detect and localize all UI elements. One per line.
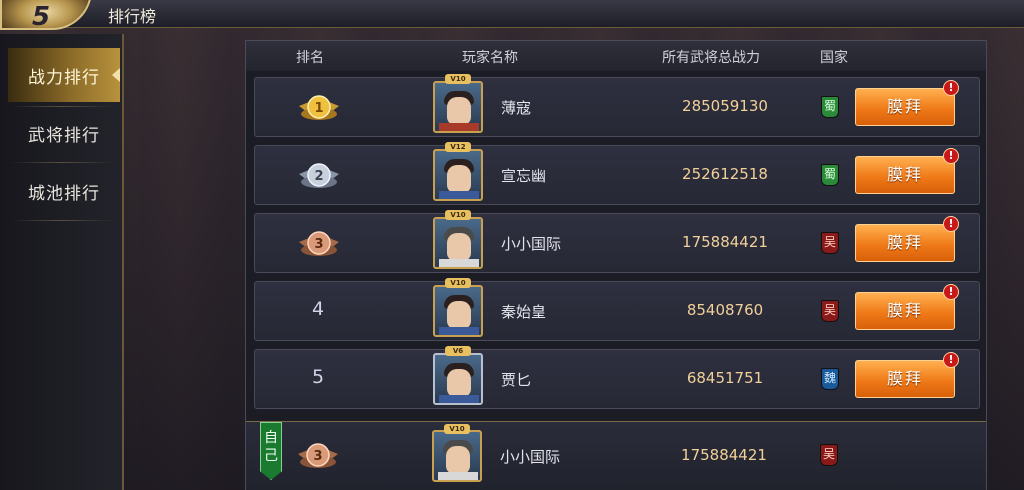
player-avatar[interactable]	[433, 81, 483, 133]
table-row: 5 V6 贾匕 68451751 魏 膜拜 !	[254, 346, 980, 409]
medal-rank-text: 1	[314, 101, 323, 116]
power-value: 252612518	[682, 165, 768, 183]
ranking-panel: 排名 玩家名称 所有武将总战力 国家 1 V10 薄寇 285059130 蜀 …	[245, 40, 987, 490]
alert-icon: !	[943, 284, 959, 300]
rank-number: 5	[311, 366, 325, 388]
player-avatar[interactable]	[433, 217, 483, 269]
sidebar-divider	[10, 162, 114, 163]
top-bar: 5 排行榜	[0, 0, 1024, 30]
table-row: 2 V12 宣忘幽 252612518 蜀 膜拜 !	[254, 142, 980, 205]
bronze-medal-icon: 3	[299, 231, 339, 256]
sidebar: 战力排行 武将排行 城池排行	[0, 34, 124, 490]
worship-button[interactable]: 膜拜	[855, 360, 955, 398]
table-row: 3 V10 小小国际 175884421 吴 膜拜 !	[254, 210, 980, 273]
medal-rank-text: 3	[314, 237, 323, 252]
alert-icon: !	[943, 216, 959, 232]
player-name: 小小国际	[500, 448, 561, 466]
worship-button[interactable]: 膜拜	[855, 88, 955, 126]
vip-badge: V10	[444, 424, 470, 434]
power-value: 68451751	[686, 369, 764, 387]
game-logo-badge: 5	[0, 0, 92, 30]
nation-badge: 吴	[821, 300, 839, 322]
power-value: 285059130	[682, 97, 768, 115]
sidebar-item-city-ranking[interactable]: 城池排行	[8, 164, 120, 218]
page-title: 排行榜	[108, 7, 157, 26]
power-value: 175884421	[681, 446, 767, 464]
worship-button[interactable]: 膜拜	[855, 224, 955, 262]
medal-rank-text: 2	[314, 169, 323, 184]
player-name: 秦始皇	[501, 303, 547, 321]
player-name: 宣忘幽	[501, 167, 547, 185]
sidebar-item-label: 武将排行	[28, 125, 100, 146]
vip-badge: V10	[445, 278, 471, 288]
nation-badge: 蜀	[821, 164, 839, 186]
gold-medal-icon: 1	[299, 95, 339, 120]
vip-badge: V12	[445, 142, 471, 152]
vip-badge: V6	[445, 346, 471, 356]
self-tag: 自己	[260, 422, 282, 480]
alert-icon: !	[943, 80, 959, 96]
nation-badge: 吴	[820, 444, 838, 466]
player-name: 薄寇	[501, 99, 532, 117]
sidebar-item-general-ranking[interactable]: 武将排行	[8, 106, 120, 160]
logo-glyph: 5	[32, 2, 51, 30]
bronze-medal-icon: 3	[298, 443, 338, 468]
sidebar-item-power-ranking[interactable]: 战力排行	[8, 48, 120, 102]
nation-badge: 吴	[821, 232, 839, 254]
table-header: 排名 玩家名称 所有武将总战力 国家	[246, 41, 986, 71]
player-avatar[interactable]	[433, 353, 483, 405]
alert-icon: !	[943, 148, 959, 164]
silver-medal-icon: 2	[299, 163, 339, 188]
header-nation: 国家	[820, 50, 848, 66]
player-avatar[interactable]	[432, 430, 482, 482]
sidebar-item-label: 战力排行	[28, 67, 100, 88]
table-row: 4 V10 秦始皇 85408760 吴 膜拜 !	[254, 278, 980, 341]
vip-badge: V10	[445, 210, 471, 220]
worship-button[interactable]: 膜拜	[855, 156, 955, 194]
alert-icon: !	[943, 352, 959, 368]
worship-button[interactable]: 膜拜	[855, 292, 955, 330]
header-player: 玩家名称	[462, 50, 518, 66]
active-arrow-icon	[112, 68, 120, 82]
player-avatar[interactable]	[433, 285, 483, 337]
header-power: 所有武将总战力	[662, 50, 760, 66]
header-rank: 排名	[296, 50, 324, 66]
vip-badge: V10	[445, 74, 471, 84]
player-name: 贾匕	[501, 371, 532, 389]
self-rank-row: 自己 3 V10 小小国际 175884421 吴	[246, 421, 986, 490]
table-row: 1 V10 薄寇 285059130 蜀 膜拜 !	[254, 74, 980, 137]
power-value: 175884421	[682, 233, 768, 251]
medal-rank-text: 3	[313, 449, 322, 464]
rank-number: 4	[311, 298, 325, 320]
sidebar-divider	[10, 220, 114, 221]
nation-badge: 魏	[821, 368, 839, 390]
sidebar-item-label: 城池排行	[28, 183, 100, 204]
nation-badge: 蜀	[821, 96, 839, 118]
player-name: 小小国际	[501, 235, 562, 253]
player-avatar[interactable]	[433, 149, 483, 201]
power-value: 85408760	[686, 301, 764, 319]
